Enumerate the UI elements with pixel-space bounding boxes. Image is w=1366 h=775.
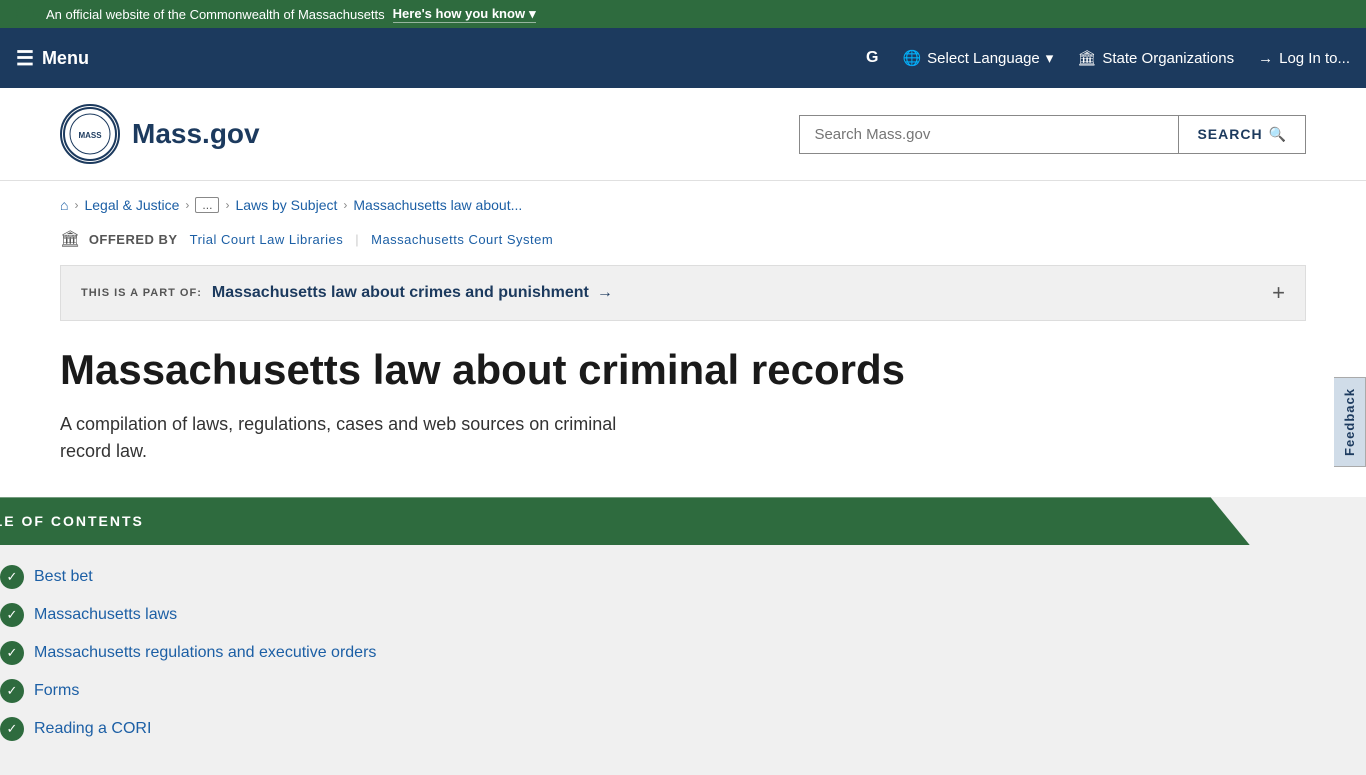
offered-by: 🏛 OFFERED BY Trial Court Law Libraries |… bbox=[60, 229, 1306, 249]
toc-list-item: ✓ Massachusetts regulations and executiv… bbox=[0, 641, 1366, 665]
toc-link[interactable]: Massachusetts regulations and executive … bbox=[34, 644, 376, 662]
toc-list-item: ✓ Forms bbox=[0, 679, 1366, 703]
google-icon: G bbox=[866, 49, 878, 67]
toc-container: TABLE OF CONTENTS ✓ Best bet ✓ Massachus… bbox=[0, 497, 1366, 775]
part-of-arrow-icon: → bbox=[597, 284, 613, 302]
breadcrumb-sep-2: › bbox=[185, 198, 189, 212]
offered-by-icon: 🏛 bbox=[60, 229, 81, 249]
select-language-button[interactable]: 🌐 Select Language ▾ bbox=[902, 49, 1053, 67]
offered-by-divider: | bbox=[355, 232, 359, 247]
toc-link[interactable]: Reading a CORI bbox=[34, 720, 151, 738]
chevron-icon: ▾ bbox=[529, 6, 536, 22]
trial-court-link[interactable]: Trial Court Law Libraries bbox=[190, 232, 344, 247]
home-icon: ⌂ bbox=[60, 197, 68, 213]
menu-button[interactable]: ☰ Menu bbox=[16, 46, 89, 71]
toc-link[interactable]: Massachusetts laws bbox=[34, 606, 177, 624]
menu-label: Menu bbox=[42, 48, 89, 69]
login-icon: → bbox=[1258, 50, 1273, 67]
ma-court-system-link[interactable]: Massachusetts Court System bbox=[371, 232, 553, 247]
page-description: A compilation of laws, regulations, case… bbox=[60, 411, 640, 465]
page-title: Massachusetts law about criminal records bbox=[60, 345, 1306, 395]
log-in-button[interactable]: → Log In to... bbox=[1258, 50, 1350, 67]
part-of-expand-button[interactable]: + bbox=[1272, 280, 1285, 306]
feedback-tab[interactable]: Feedback bbox=[1334, 377, 1366, 467]
toc-check-icon: ✓ bbox=[0, 603, 24, 627]
seal-svg: MASS bbox=[62, 106, 118, 162]
part-of-banner: THIS IS A PART OF: Massachusetts law abo… bbox=[60, 265, 1306, 321]
part-of-left: THIS IS A PART OF: Massachusetts law abo… bbox=[81, 284, 613, 302]
main-nav: ☰ Menu G 🌐 Select Language ▾ 🏛 State Org… bbox=[0, 28, 1366, 88]
toc-link[interactable]: Best bet bbox=[34, 568, 93, 586]
search-icon: 🔍 bbox=[1269, 126, 1287, 143]
hamburger-icon: ☰ bbox=[16, 46, 34, 71]
breadcrumb-sep-1: › bbox=[74, 198, 78, 212]
breadcrumb-home[interactable]: ⌂ bbox=[60, 197, 68, 213]
search-button-label: SEARCH bbox=[1197, 126, 1262, 142]
nav-right-items: G 🌐 Select Language ▾ 🏛 State Organizati… bbox=[866, 49, 1350, 67]
google-translate-icon-link[interactable]: G bbox=[866, 49, 878, 67]
ma-seal: MASS bbox=[60, 104, 120, 164]
main-content: ⌂ › Legal & Justice › ... › Laws by Subj… bbox=[0, 181, 1366, 465]
toc-list-item: ✓ Massachusetts laws bbox=[0, 603, 1366, 627]
toc-list-item: ✓ Best bet bbox=[0, 565, 1366, 589]
toc-check-icon: ✓ bbox=[0, 717, 24, 741]
breadcrumb-laws-by-subject[interactable]: Laws by Subject bbox=[235, 197, 337, 213]
search-input[interactable] bbox=[799, 115, 1179, 154]
state-organizations-button[interactable]: 🏛 State Organizations bbox=[1077, 49, 1234, 67]
globe-icon: 🌐 bbox=[902, 49, 921, 67]
breadcrumb-sep-4: › bbox=[343, 198, 347, 212]
toc-list-item: ✓ Reading a CORI bbox=[0, 717, 1366, 741]
breadcrumb-sep-3: › bbox=[225, 198, 229, 212]
search-area: SEARCH 🔍 bbox=[799, 115, 1306, 154]
site-header: MASS Mass.gov SEARCH 🔍 bbox=[0, 88, 1366, 181]
breadcrumb: ⌂ › Legal & Justice › ... › Laws by Subj… bbox=[60, 197, 1306, 213]
toc-check-icon: ✓ bbox=[0, 565, 24, 589]
part-of-label: THIS IS A PART OF: bbox=[81, 287, 202, 299]
site-logo[interactable]: MASS Mass.gov bbox=[60, 104, 260, 164]
toc-list: ✓ Best bet ✓ Massachusetts laws ✓ Massac… bbox=[0, 545, 1366, 775]
toc-check-icon: ✓ bbox=[0, 679, 24, 703]
breadcrumb-legal-justice[interactable]: Legal & Justice bbox=[84, 197, 179, 213]
logo-text: Mass.gov bbox=[132, 118, 260, 150]
toc-link[interactable]: Forms bbox=[34, 682, 79, 700]
search-button[interactable]: SEARCH 🔍 bbox=[1179, 115, 1306, 154]
chevron-down-icon: ▾ bbox=[1046, 49, 1054, 67]
offered-by-label: OFFERED BY bbox=[89, 232, 178, 247]
building-icon: 🏛 bbox=[1077, 49, 1096, 67]
official-text: An official website of the Commonwealth … bbox=[46, 7, 385, 22]
part-of-link[interactable]: Massachusetts law about crimes and punis… bbox=[212, 284, 613, 302]
breadcrumb-ellipsis[interactable]: ... bbox=[195, 197, 219, 213]
breadcrumb-current[interactable]: Massachusetts law about... bbox=[353, 197, 522, 213]
toc-header: TABLE OF CONTENTS bbox=[0, 497, 1250, 545]
svg-text:MASS: MASS bbox=[78, 131, 102, 140]
official-banner: An official website of the Commonwealth … bbox=[0, 0, 1366, 28]
ma-seal-small bbox=[16, 5, 34, 23]
here-link[interactable]: Here's how you know ▾ bbox=[393, 6, 536, 23]
toc-check-icon: ✓ bbox=[0, 641, 24, 665]
